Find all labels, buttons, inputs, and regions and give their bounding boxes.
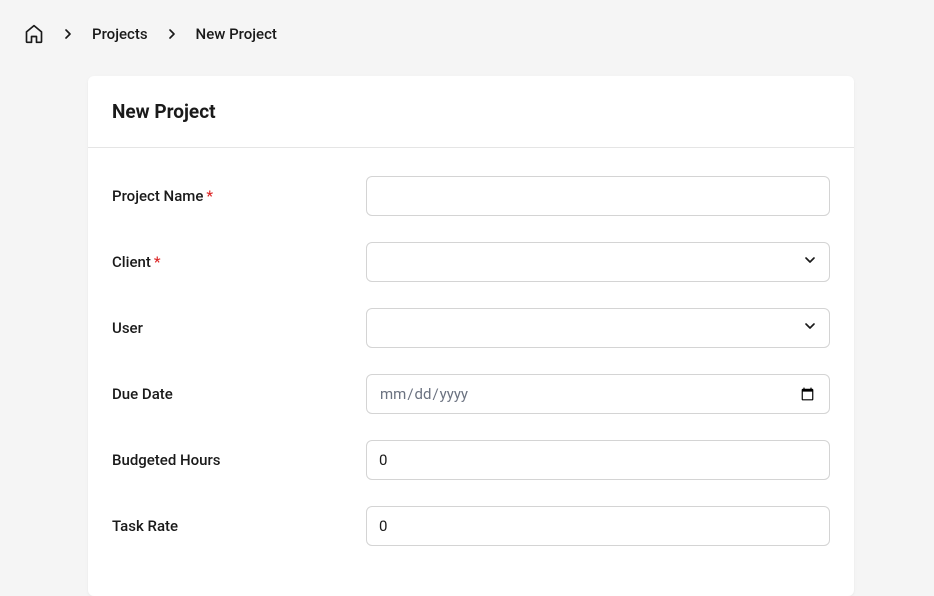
- select-wrapper: [366, 242, 830, 282]
- project-name-label: Project Name*: [112, 187, 366, 205]
- project-name-input[interactable]: [366, 176, 830, 216]
- due-date-label: Due Date: [112, 385, 366, 403]
- select-wrapper: [366, 308, 830, 348]
- chevron-right-icon: [60, 26, 76, 42]
- required-indicator: *: [154, 253, 161, 271]
- budgeted-hours-label: Budgeted Hours: [112, 451, 366, 469]
- form-card: New Project Project Name* Client*: [88, 76, 854, 596]
- input-wrapper: [366, 506, 830, 546]
- client-label: Client*: [112, 253, 366, 271]
- breadcrumb-current: New Project: [196, 25, 277, 43]
- form-row-due-date: Due Date: [112, 374, 830, 414]
- chevron-right-icon: [164, 26, 180, 42]
- required-indicator: *: [206, 187, 213, 205]
- form-row-task-rate: Task Rate: [112, 506, 830, 546]
- form-row-client: Client*: [112, 242, 830, 282]
- input-wrapper: [366, 374, 830, 414]
- home-icon[interactable]: [24, 24, 44, 44]
- budgeted-hours-input[interactable]: [366, 440, 830, 480]
- form-body: Project Name* Client*: [88, 148, 854, 596]
- form-row-user: User: [112, 308, 830, 348]
- label-text: Due Date: [112, 385, 173, 403]
- label-text: Task Rate: [112, 517, 178, 535]
- label-text: Budgeted Hours: [112, 451, 221, 469]
- label-text: Client: [112, 253, 151, 271]
- form-row-project-name: Project Name*: [112, 176, 830, 216]
- label-text: User: [112, 319, 143, 337]
- client-select[interactable]: [366, 242, 830, 282]
- form-row-budgeted-hours: Budgeted Hours: [112, 440, 830, 480]
- due-date-input[interactable]: [366, 374, 830, 414]
- page-title: New Project: [112, 100, 830, 123]
- input-wrapper: [366, 440, 830, 480]
- card-header: New Project: [88, 76, 854, 148]
- breadcrumb: Projects New Project: [0, 0, 934, 68]
- label-text: Project Name: [112, 187, 203, 205]
- user-label: User: [112, 319, 366, 337]
- input-wrapper: [366, 176, 830, 216]
- breadcrumb-projects-link[interactable]: Projects: [92, 25, 148, 43]
- task-rate-input[interactable]: [366, 506, 830, 546]
- task-rate-label: Task Rate: [112, 517, 366, 535]
- user-select[interactable]: [366, 308, 830, 348]
